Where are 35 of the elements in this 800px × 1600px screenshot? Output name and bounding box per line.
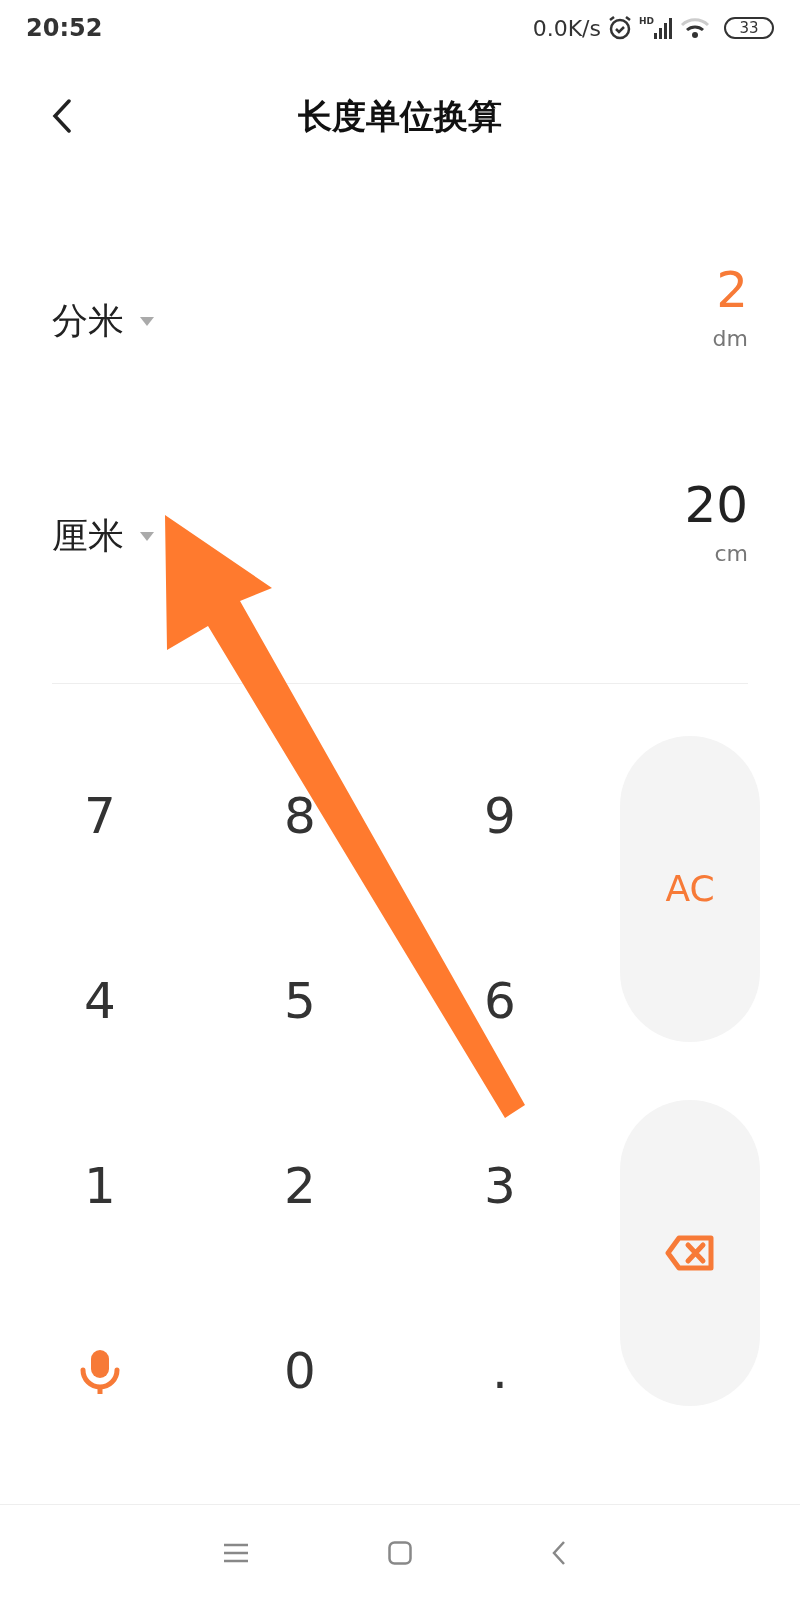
battery-level: 33 <box>739 20 759 36</box>
network-type: HD <box>639 17 654 26</box>
microphone-icon <box>78 1347 122 1396</box>
digit-key[interactable]: 9 <box>400 724 600 909</box>
digit-key[interactable]: 4 <box>0 909 200 1094</box>
dropdown-caret-icon <box>140 316 154 326</box>
page-title: 长度单位换算 <box>298 94 502 138</box>
digit-key[interactable]: 3 <box>400 1094 600 1279</box>
conversion-row[interactable]: 分米 2 dm <box>52 258 748 388</box>
menu-icon <box>224 1542 248 1563</box>
signal-icon <box>654 17 674 39</box>
alarm-icon <box>607 15 633 41</box>
converted-value: 20 <box>684 475 748 536</box>
digit-key[interactable]: 1 <box>0 1094 200 1279</box>
converted-value: 2 <box>716 260 748 321</box>
digit-key[interactable]: 7 <box>0 724 200 909</box>
digit-key[interactable]: 0 <box>200 1279 400 1464</box>
home-icon <box>388 1540 412 1565</box>
unit-selector[interactable]: 厘米 <box>52 509 154 563</box>
back-icon <box>52 99 72 133</box>
digit-key[interactable]: 5 <box>200 909 400 1094</box>
digit-key[interactable]: . <box>400 1279 600 1464</box>
conversion-row[interactable]: 厘米 20 cm <box>52 473 748 603</box>
digit-key[interactable]: 6 <box>400 909 600 1094</box>
unit-symbol: dm <box>712 325 748 353</box>
backspace-icon <box>665 1235 715 1271</box>
unit-symbol: cm <box>714 540 748 568</box>
digit-key[interactable]: 2 <box>200 1094 400 1279</box>
back-icon <box>552 1539 566 1566</box>
network-speed: 0.0K/s <box>532 14 601 43</box>
wifi-icon <box>680 17 710 39</box>
status-time: 20:52 <box>26 13 103 44</box>
unit-selector[interactable]: 分米 <box>52 294 154 348</box>
digit-key[interactable]: 8 <box>200 724 400 909</box>
dropdown-caret-icon <box>140 531 154 541</box>
